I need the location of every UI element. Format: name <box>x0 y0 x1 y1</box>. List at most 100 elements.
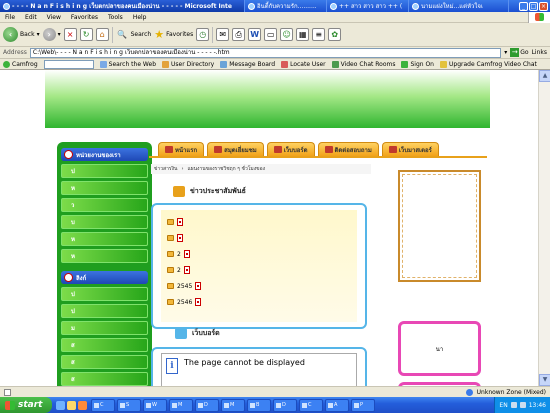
media-player-icon[interactable] <box>78 400 87 410</box>
address-input[interactable]: C:\Web\- - - - N a n F i s h i n g เว็บต… <box>29 47 502 58</box>
sidebar-item[interactable]: ม <box>61 321 148 335</box>
discuss-button[interactable]: ▭ <box>264 28 278 41</box>
start-label: start <box>18 400 43 410</box>
menu-view[interactable]: View <box>42 14 66 21</box>
news-item[interactable]: 2546 <box>167 294 351 310</box>
upgrade-camfrog-button[interactable]: Upgrade Camfrog Video Chat <box>440 60 537 68</box>
camfrog-search-input[interactable] <box>43 59 94 69</box>
news-item[interactable]: 2545 <box>167 278 351 294</box>
stop-button[interactable]: × <box>63 28 77 41</box>
tab-label: สมุดเยี่ยมชม <box>224 146 257 154</box>
message-board-button[interactable]: Message Board <box>220 60 275 68</box>
mail-button[interactable]: ✉ <box>216 28 230 41</box>
minimize-button[interactable]: _ <box>519 1 528 11</box>
network-icon[interactable] <box>510 402 517 408</box>
back-button[interactable]: ‹ Back ▾ <box>3 27 40 42</box>
ie-icon[interactable] <box>56 400 65 410</box>
news-item[interactable]: 2 <box>167 246 351 262</box>
sidebar-item[interactable]: ห <box>61 232 148 246</box>
sidebar-item[interactable]: ส <box>61 355 148 369</box>
sidebar-item[interactable]: ส <box>61 338 148 352</box>
menu-file[interactable]: File <box>0 14 20 21</box>
window-tab-1[interactable]: - - - - N a n F i s h i n g เว็บตกปลาของ… <box>0 0 245 12</box>
messenger-button[interactable]: ☺ <box>280 28 294 41</box>
sidebar-header-icon <box>64 273 73 282</box>
links-button[interactable]: Links <box>532 49 547 56</box>
task-button[interactable]: C <box>91 398 115 412</box>
app-icon <box>224 402 229 408</box>
go-button[interactable]: → Go <box>510 48 529 57</box>
window-tab-2[interactable]: อินดี้กับความรัก.......... <box>245 0 327 12</box>
sidebar-item[interactable]: บ <box>61 215 148 229</box>
tab-guestbook[interactable]: สมุดเยี่ยมชม <box>207 142 264 156</box>
zone-icon <box>465 388 473 396</box>
word-button[interactable]: W <box>248 28 262 41</box>
refresh-button[interactable]: ↻ <box>79 28 93 41</box>
news-item[interactable] <box>167 214 351 230</box>
menu-tools[interactable]: Tools <box>103 14 128 21</box>
webboard-frame: i The page cannot be displayed <box>161 353 357 386</box>
scroll-down-button[interactable]: ▼ <box>539 374 550 386</box>
user-directory-button[interactable]: User Directory <box>162 60 214 68</box>
vertical-scrollbar[interactable]: ▲ ▼ <box>538 70 550 386</box>
close-button[interactable]: × <box>539 1 548 11</box>
task-button[interactable]: D <box>273 398 297 412</box>
menu-favorites[interactable]: Favorites <box>66 14 103 21</box>
news-item[interactable] <box>167 230 351 246</box>
task-button[interactable]: M <box>221 398 245 412</box>
research-button[interactable]: ▦ <box>296 28 310 41</box>
task-button[interactable]: B <box>247 398 271 412</box>
sidebar-item[interactable]: ห <box>61 249 148 263</box>
menu-edit[interactable]: Edit <box>20 14 42 21</box>
maximize-button[interactable]: □ <box>529 1 538 11</box>
toolbar-separator <box>212 26 214 43</box>
language-indicator[interactable]: EN <box>499 402 507 409</box>
tools-button[interactable]: ≡ <box>312 28 326 41</box>
sign-on-button[interactable]: Sign On <box>401 60 434 68</box>
news-box: 2 2 2545 2546 <box>151 203 367 329</box>
volume-icon[interactable] <box>519 402 526 408</box>
breadcrumb-home[interactable]: ข่าวสารงิน <box>154 165 177 173</box>
sidebar-item[interactable]: ป <box>61 304 148 318</box>
tab-home[interactable]: หน้าแรก <box>158 142 205 156</box>
start-button[interactable]: start <box>0 397 52 413</box>
video-chat-rooms-button[interactable]: Video Chat Rooms <box>331 60 395 68</box>
favorites-extra-button[interactable]: ✿ <box>328 28 342 41</box>
scroll-up-button[interactable]: ▲ <box>539 70 550 82</box>
task-button[interactable]: P <box>351 398 375 412</box>
window-tab-3[interactable]: ++ สาว สาว สาว ++ ( <box>327 0 409 12</box>
search-icon: 🔍 <box>117 30 128 39</box>
task-button[interactable]: M <box>169 398 193 412</box>
print-button[interactable]: ⎙ <box>232 28 246 41</box>
task-button[interactable]: C <box>299 398 323 412</box>
sidebar-item[interactable]: ห <box>61 181 148 195</box>
task-button[interactable]: W <box>143 398 167 412</box>
search-the-web-button[interactable]: Search the Web <box>99 60 156 68</box>
home-button[interactable]: ⌂ <box>95 28 109 41</box>
sidebar-item[interactable]: ว <box>61 198 148 212</box>
locate-user-button[interactable]: Locate User <box>281 60 326 68</box>
home-icon <box>165 146 173 153</box>
window-tab-4[interactable]: นามแฝงใหม่...แต่หัวใจเ <box>409 0 509 12</box>
search-button[interactable]: 🔍 Search <box>116 28 151 41</box>
history-button[interactable]: ◷ <box>196 28 210 41</box>
desktop-icon[interactable] <box>67 400 76 410</box>
favorites-button[interactable]: ★ Favorites <box>154 28 193 41</box>
users-icon <box>162 60 169 68</box>
back-label: Back <box>20 31 35 38</box>
task-button[interactable]: A <box>325 398 349 412</box>
folder-icon <box>167 251 174 257</box>
tab-webboard[interactable]: เว็บบอร์ด <box>266 142 315 156</box>
menu-help[interactable]: Help <box>128 14 152 21</box>
chevron-down-icon[interactable]: ▾ <box>504 49 507 56</box>
forward-button[interactable]: › ▾ <box>42 28 61 41</box>
task-button[interactable]: D <box>195 398 219 412</box>
sidebar-item[interactable]: ป <box>61 164 148 178</box>
news-item[interactable]: 2 <box>167 262 351 278</box>
camfrog-brand[interactable]: Camfrog <box>3 60 38 68</box>
task-button[interactable]: S <box>117 398 141 412</box>
sidebar-item[interactable]: ป <box>61 287 148 301</box>
sidebar-item[interactable]: ส <box>61 372 148 386</box>
tab-contact[interactable]: ติดต่อสอบถาม <box>317 142 379 156</box>
tab-webmaster[interactable]: เว็บมาสเตอร์ <box>381 142 439 156</box>
